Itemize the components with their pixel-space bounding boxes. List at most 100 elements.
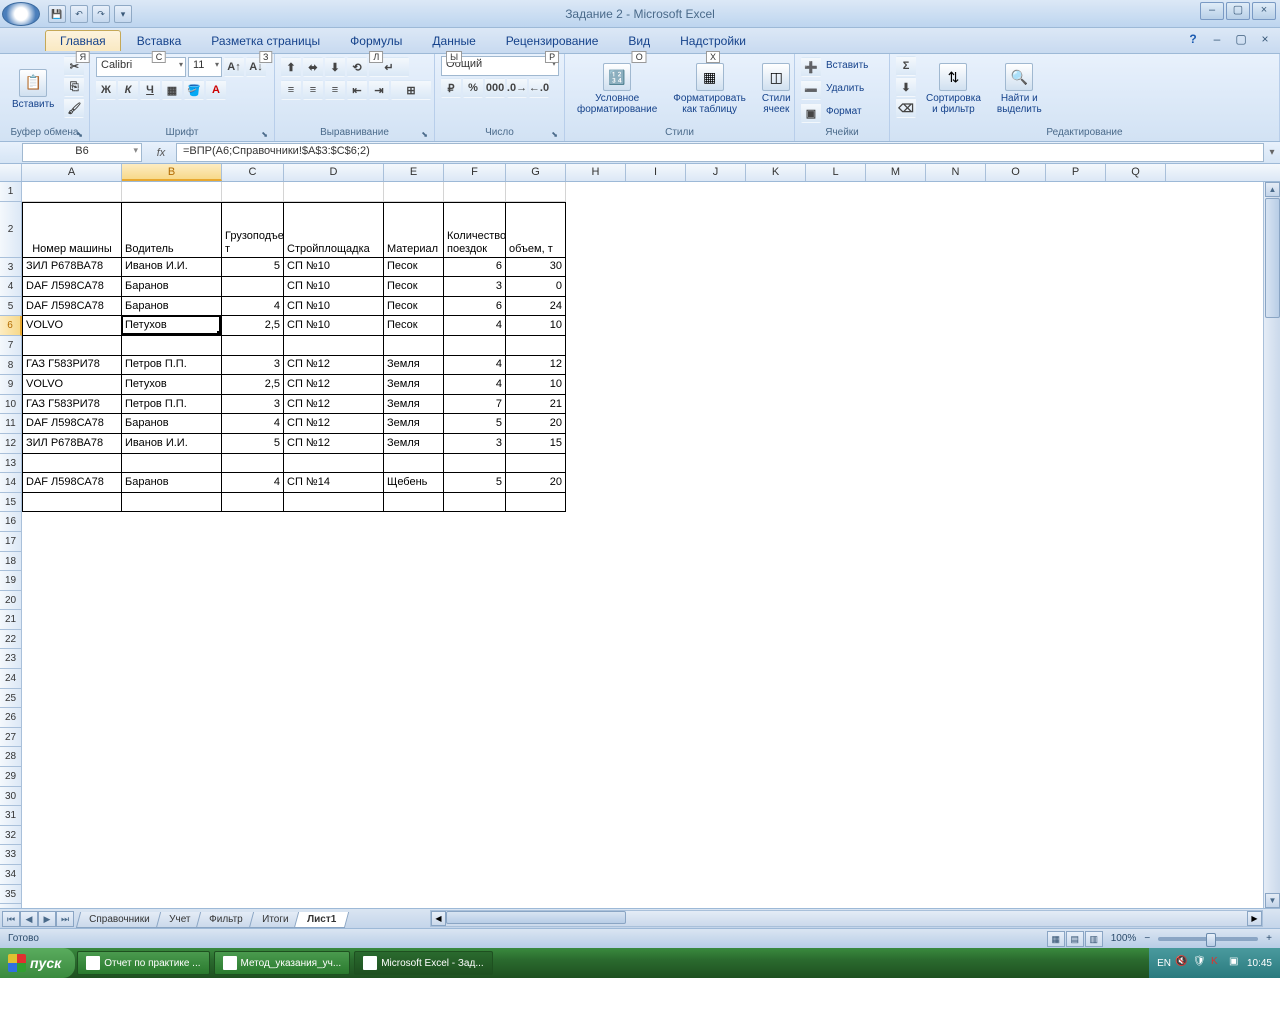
scroll-left-icon[interactable]: ◀ — [431, 911, 446, 926]
cell-F11[interactable]: 5 — [444, 414, 506, 434]
cell-B10[interactable]: Петров П.П. — [122, 395, 222, 415]
col-header-A[interactable]: A — [22, 164, 122, 181]
row-header-28[interactable]: 28 — [0, 747, 22, 767]
col-header-I[interactable]: I — [626, 164, 686, 181]
tab-view[interactable]: ВидО — [614, 31, 664, 51]
sheet-tab[interactable]: Лист1 — [294, 912, 349, 928]
row-header-21[interactable]: 21 — [0, 610, 22, 630]
row-header-19[interactable]: 19 — [0, 571, 22, 591]
cell-D7[interactable] — [284, 336, 384, 356]
qat-redo-icon[interactable]: ↷ — [92, 5, 110, 23]
cell-E11[interactable]: Земля — [384, 414, 444, 434]
name-box[interactable]: B6 — [22, 143, 142, 162]
cell-F13[interactable] — [444, 454, 506, 474]
row-header-29[interactable]: 29 — [0, 767, 22, 787]
cell-D6[interactable]: СП №10 — [284, 316, 384, 336]
cell-A6[interactable]: VOLVO — [22, 316, 122, 336]
row-header-32[interactable]: 32 — [0, 826, 22, 846]
table-header[interactable]: объем, т — [506, 202, 566, 258]
cell-G10[interactable]: 21 — [506, 395, 566, 415]
row-header-31[interactable]: 31 — [0, 806, 22, 826]
col-header-O[interactable]: O — [986, 164, 1046, 181]
align-center-icon[interactable]: ≡ — [303, 80, 323, 100]
sheet-tab[interactable]: Справочники — [76, 912, 163, 928]
font-name-combo[interactable]: Calibri — [96, 57, 186, 77]
copy-icon[interactable]: ⎘ — [64, 77, 84, 97]
row-header-4[interactable]: 4 — [0, 277, 22, 297]
row-header-26[interactable]: 26 — [0, 708, 22, 728]
conditional-formatting-button[interactable]: 🔢Условное форматирование — [571, 56, 663, 122]
row-header-2[interactable]: 2 — [0, 202, 22, 258]
row-header-12[interactable]: 12 — [0, 434, 22, 454]
cell-C9[interactable]: 2,5 — [222, 375, 284, 395]
tab-addins[interactable]: НадстройкиХ — [666, 31, 760, 51]
tab-insert[interactable]: ВставкаС — [123, 31, 196, 51]
office-button[interactable] — [2, 2, 40, 26]
sheet-tab[interactable]: Фильтр — [196, 912, 256, 928]
cell-C13[interactable] — [222, 454, 284, 474]
row-header-16[interactable]: 16 — [0, 512, 22, 532]
col-header-N[interactable]: N — [926, 164, 986, 181]
cell-B14[interactable]: Баранов — [122, 473, 222, 493]
cell-B5[interactable]: Баранов — [122, 297, 222, 317]
page-break-view-icon[interactable]: ▥ — [1085, 931, 1103, 947]
cell-C4[interactable] — [222, 277, 284, 297]
row-header-1[interactable]: 1 — [0, 182, 22, 202]
merge-icon[interactable]: ⊞ — [391, 80, 431, 100]
row-header-23[interactable]: 23 — [0, 649, 22, 669]
taskbar-item[interactable]: Метод_указания_уч... — [214, 951, 351, 975]
cell-F10[interactable]: 7 — [444, 395, 506, 415]
table-header[interactable]: Материал — [384, 202, 444, 258]
autosum-icon[interactable]: Σ — [896, 56, 916, 76]
cell-B9[interactable]: Петухов — [122, 375, 222, 395]
cell-C7[interactable] — [222, 336, 284, 356]
col-header-D[interactable]: D — [284, 164, 384, 181]
cell-C5[interactable]: 4 — [222, 297, 284, 317]
qat-more-icon[interactable]: ▾ — [114, 5, 132, 23]
row-header-11[interactable]: 11 — [0, 414, 22, 434]
tray-icon[interactable]: 🛡 — [1193, 956, 1207, 970]
col-header-F[interactable]: F — [444, 164, 506, 181]
bold-button[interactable]: Ж — [96, 80, 116, 100]
cell-F4[interactable]: 3 — [444, 277, 506, 297]
col-header-L[interactable]: L — [806, 164, 866, 181]
row-header-10[interactable]: 10 — [0, 395, 22, 415]
cell-D9[interactable]: СП №12 — [284, 375, 384, 395]
cell-G9[interactable]: 10 — [506, 375, 566, 395]
row-header-30[interactable]: 30 — [0, 787, 22, 807]
tab-formulas[interactable]: ФормулыЛ — [336, 31, 416, 51]
cell-G3[interactable]: 30 — [506, 258, 566, 278]
cell-G14[interactable]: 20 — [506, 473, 566, 493]
col-header-P[interactable]: P — [1046, 164, 1106, 181]
cell[interactable] — [506, 182, 566, 202]
format-as-table-button[interactable]: ▦Форматировать как таблицу — [667, 56, 752, 122]
cell-G6[interactable]: 10 — [506, 316, 566, 336]
cell[interactable] — [122, 182, 222, 202]
cell-D13[interactable] — [284, 454, 384, 474]
cells-area[interactable]: Номер машиныВодительГрузоподъемность, тС… — [22, 182, 1280, 908]
sheet-nav-button[interactable]: ⏭ — [56, 911, 74, 927]
font-color-icon[interactable]: A — [206, 80, 226, 100]
scroll-right-icon[interactable]: ▶ — [1247, 911, 1262, 926]
cell-C8[interactable]: 3 — [222, 356, 284, 376]
cell-A10[interactable]: ГАЗ Г583РИ78 — [22, 395, 122, 415]
row-header-22[interactable]: 22 — [0, 630, 22, 650]
align-bottom-icon[interactable]: ⬇ — [325, 57, 345, 77]
row-header-15[interactable]: 15 — [0, 493, 22, 513]
select-all-corner[interactable] — [0, 164, 22, 181]
fill-color-icon[interactable]: 🪣 — [184, 80, 204, 100]
cell[interactable] — [444, 182, 506, 202]
cell-D12[interactable]: СП №12 — [284, 434, 384, 454]
cell-E6[interactable]: Песок — [384, 316, 444, 336]
cell-A7[interactable] — [22, 336, 122, 356]
cell-E14[interactable]: Щебень — [384, 473, 444, 493]
cell-G15[interactable] — [506, 493, 566, 513]
row-header-35[interactable]: 35 — [0, 885, 22, 905]
cell-F3[interactable]: 6 — [444, 258, 506, 278]
insert-cells-icon[interactable]: ➕ — [801, 57, 821, 77]
cell-A9[interactable]: VOLVO — [22, 375, 122, 395]
row-header-9[interactable]: 9 — [0, 375, 22, 395]
cell-B12[interactable]: Иванов И.И. — [122, 434, 222, 454]
cell-E12[interactable]: Земля — [384, 434, 444, 454]
cell-G11[interactable]: 20 — [506, 414, 566, 434]
